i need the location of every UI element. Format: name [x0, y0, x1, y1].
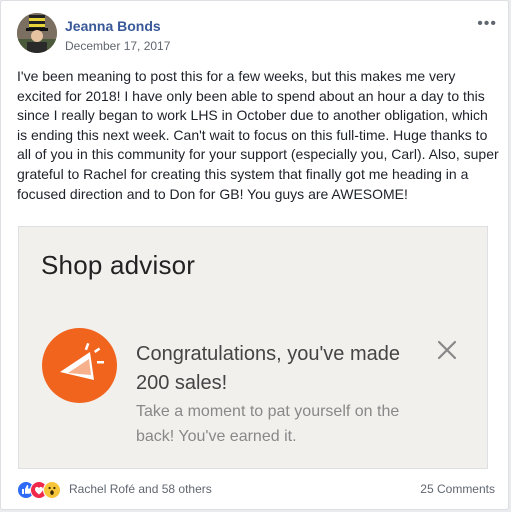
reaction-icons[interactable] [17, 481, 67, 499]
shared-image[interactable]: Shop advisor Congratulations, you've mad… [18, 226, 488, 469]
reacted-by[interactable]: Rachel Rofé and 58 others [69, 482, 212, 496]
post-card: Jeanna Bonds December 17, 2017 ••• I've … [0, 0, 509, 510]
post-text: I've been meaning to post this for a few… [17, 67, 499, 204]
post-body: I've been meaning to post this for a few… [17, 68, 499, 202]
comments-count[interactable]: 25 Comments [420, 482, 495, 496]
post-footer: Rachel Rofé and 58 others 25 Comments [17, 479, 495, 499]
promo-title: Congratulations, you've made 200 sales! [136, 343, 400, 394]
wow-icon [43, 481, 61, 499]
more-options-icon[interactable]: ••• [477, 15, 497, 33]
post-header: Jeanna Bonds December 17, 2017 ••• [17, 13, 497, 55]
promo-subtitle: Take a moment to pat yourself on the bac… [136, 403, 400, 445]
close-icon[interactable] [437, 340, 457, 360]
shop-advisor-title: Shop advisor [41, 250, 196, 280]
post-date[interactable]: December 17, 2017 [65, 39, 170, 53]
post-author[interactable]: Jeanna Bonds [65, 18, 161, 34]
party-popper-icon [42, 328, 117, 403]
avatar[interactable] [17, 13, 57, 53]
